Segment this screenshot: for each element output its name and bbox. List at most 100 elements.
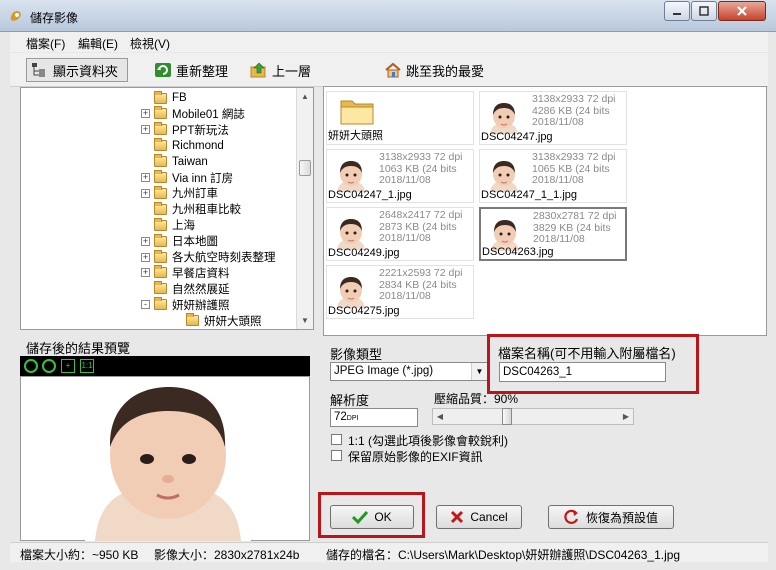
menu-file[interactable]: 檔案(F) [26, 35, 65, 52]
folder-icon [154, 233, 167, 247]
image-thumbnail[interactable]: 3138x2933 72 dpi 1063 KB (24 bits 2018/11/… [326, 149, 474, 203]
menu-edit[interactable]: 編輯(E) [78, 35, 118, 52]
menu-bar: 檔案(F) 編輯(E) 檢視(V) [10, 32, 768, 52]
tree-item[interactable]: Taiwan [141, 154, 208, 170]
thumbnail-dims: 3138x2933 72 dpi [532, 93, 616, 105]
refresh-button[interactable]: 重新整理 [150, 58, 232, 82]
sharpen-checkbox[interactable] [331, 434, 342, 445]
scroll-down-arrow[interactable]: ▼ [297, 312, 313, 329]
tree-item[interactable]: 九州租車比較 [141, 201, 241, 217]
show-folders-button[interactable]: 顯示資料夾 [26, 58, 128, 82]
tree-item-label: FB [172, 92, 187, 104]
tree-item[interactable]: 自然然展延 [141, 281, 230, 297]
tree-item[interactable]: + Mobile01 網誌 [141, 106, 245, 122]
tree-item[interactable]: + 早餐店資料 [141, 265, 230, 281]
image-thumbnail[interactable]: 2221x2593 72 dpi 2834 KB (24 bits 2018/11/… [326, 265, 474, 319]
tree-item[interactable]: FB [141, 90, 187, 106]
exif-checkbox[interactable] [331, 450, 342, 461]
image-thumbnail[interactable]: 3138x2933 72 dpi 1065 KB (24 bits 2018/11/… [479, 149, 627, 203]
tree-item[interactable]: - 妍妍辦護照 [141, 297, 230, 313]
scroll-up-arrow[interactable]: ▲ [297, 88, 313, 105]
tree-item[interactable]: + Via inn 訂房 [141, 170, 233, 186]
close-button[interactable] [718, 1, 766, 21]
expand-icon[interactable]: + [141, 236, 150, 246]
expand-icon[interactable]: + [141, 109, 150, 119]
exif-checkbox-label: 保留原始影像的EXIF資訊 [348, 450, 483, 464]
folder-icon [154, 265, 167, 279]
favorites-label: 跳至我的最愛 [406, 63, 485, 79]
refresh-icon [155, 63, 171, 77]
folder-thumbnail[interactable]: 妍妍大頭照 [326, 91, 474, 145]
expand-icon[interactable]: + [141, 188, 150, 198]
toolbar: 顯示資料夾 重新整理 上一層 跳至我的最愛 [10, 53, 768, 87]
up-folder-button[interactable]: 上一層 [246, 58, 315, 82]
zoom-out-icon[interactable] [42, 359, 56, 373]
tree-item[interactable]: + 九州訂車 [141, 185, 218, 201]
tree-item-label: Mobile01 網誌 [172, 108, 245, 121]
reset-defaults-button[interactable]: 恢復為預設值 [548, 505, 674, 529]
maximize-button[interactable] [691, 1, 717, 21]
tree-item-label: 九州訂車 [172, 188, 218, 201]
zoom-in-icon[interactable] [24, 359, 38, 373]
tree-item[interactable]: 上海 [141, 217, 195, 233]
cancel-button[interactable]: Cancel [436, 505, 522, 529]
quality-slider[interactable]: ◀ ▶ [432, 408, 634, 425]
folder-tree-icon [32, 63, 45, 77]
reset-icon [564, 509, 579, 524]
app-icon [10, 11, 21, 21]
actual-size-icon[interactable]: 1:1 [80, 359, 94, 373]
minimize-button[interactable] [664, 1, 690, 21]
image-type-value: JPEG Image (*.jpg) [334, 365, 434, 377]
ok-button[interactable]: OK [330, 505, 414, 529]
expand-icon[interactable]: + [141, 252, 150, 262]
reset-label: 恢復為預設值 [585, 510, 658, 525]
image-thumbnail[interactable]: 2648x2417 72 dpi 2873 KB (24 bits 2018/11/… [326, 207, 474, 261]
folder-icon [154, 281, 167, 295]
window-title: 儲存影像 [30, 11, 79, 25]
expand-icon[interactable]: + [141, 125, 150, 135]
show-folders-label: 顯示資料夾 [53, 63, 119, 79]
folder-icon [154, 154, 167, 168]
thumbnail-image [486, 100, 522, 134]
folder-icon [154, 185, 167, 199]
tree-scrollbar[interactable]: ▲ ▼ [296, 88, 313, 329]
folder-tree[interactable]: ▲ ▼ FB + Mobile01 網誌 + PPT新玩法 Richmond Taiwan +… [20, 87, 314, 330]
tree-item[interactable]: + 各大航空時刻表整理 [141, 249, 276, 265]
resolution-input[interactable]: 72DPI [330, 408, 418, 427]
tree-item[interactable]: Richmond [141, 138, 224, 154]
tree-item-label: 自然然展延 [172, 283, 230, 296]
tree-item-label: 上海 [172, 220, 195, 233]
cancel-label: Cancel [470, 510, 508, 524]
thumbnail-grid[interactable]: 妍妍大頭照 3138x2933 72 dpi 4286 KB (24 bits 201… [323, 86, 767, 336]
tree-item[interactable]: 妍妍大頭照 [173, 313, 262, 329]
fit-window-icon[interactable]: + [61, 359, 75, 373]
scroll-thumb[interactable] [299, 160, 311, 176]
quality-slider-thumb[interactable] [502, 408, 512, 425]
thumbnail-image [486, 158, 522, 192]
folder-icon [154, 90, 167, 104]
slider-right-arrow[interactable]: ▶ [619, 409, 633, 424]
collapse-icon[interactable]: - [141, 300, 150, 310]
image-type-select[interactable]: JPEG Image (*.jpg) ▼ [330, 362, 488, 381]
tree-item[interactable]: + 日本地圖 [141, 233, 218, 249]
thumbnail-date: 2018/11/08 [533, 233, 585, 245]
expand-icon[interactable]: + [141, 268, 150, 278]
filename-input[interactable] [499, 362, 666, 382]
expand-icon[interactable]: + [141, 173, 150, 182]
image-thumbnail[interactable]: 3138x2933 72 dpi 4286 KB (24 bits 2018/11/… [479, 91, 627, 145]
maximize-icon [699, 6, 709, 16]
favorites-button[interactable]: 跳至我的最愛 [380, 58, 488, 82]
folder-icon [154, 122, 167, 136]
slider-left-arrow[interactable]: ◀ [433, 409, 447, 424]
tree-item-label: 九州租車比較 [172, 204, 241, 217]
tree-item[interactable]: + PPT新玩法 [141, 122, 229, 138]
cancel-x-icon [451, 510, 464, 524]
baby-photo-preview [85, 377, 251, 541]
image-thumbnail[interactable]: 2830x2781 72 dpi 3829 KB (24 bits 2018/11/… [479, 207, 627, 261]
thumbnail-date: 2018/11/08 [532, 174, 584, 186]
quality-label: 壓縮品質：90% [434, 392, 519, 406]
tree-item-label: Via inn 訂房 [172, 172, 234, 185]
menu-view[interactable]: 檢視(V) [130, 35, 170, 52]
folder-icon [154, 106, 167, 120]
chevron-down-icon[interactable]: ▼ [471, 363, 487, 380]
